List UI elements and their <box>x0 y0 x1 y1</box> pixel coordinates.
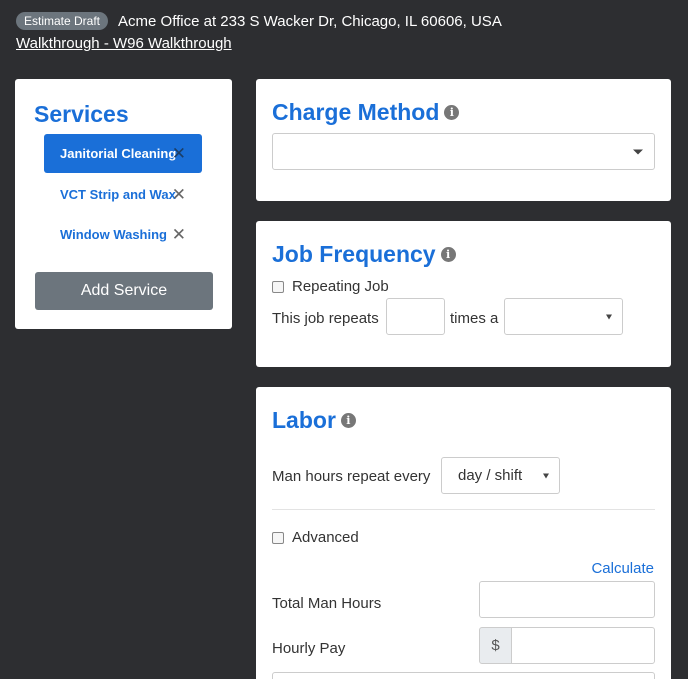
service-item-janitorial-cleaning[interactable]: Janitorial Cleaning ✕ <box>44 134 202 173</box>
services-title: Services <box>34 101 129 127</box>
labor-title: Labor i <box>272 407 356 434</box>
remove-icon[interactable]: ✕ <box>172 144 186 164</box>
charge-method-title: Charge Method i <box>272 99 460 126</box>
advanced-row[interactable]: Advanced <box>272 529 359 546</box>
service-item-window-washing[interactable]: Window Washing ✕ <box>44 215 202 254</box>
service-item-label: VCT Strip and Wax <box>60 187 176 202</box>
repeating-job-row[interactable]: Repeating Job <box>272 278 389 295</box>
status-badge: Estimate Draft <box>16 12 109 30</box>
calculate-link[interactable]: Calculate <box>591 560 654 577</box>
advanced-label: Advanced <box>292 529 359 546</box>
caret-down-icon <box>543 473 549 478</box>
times-input[interactable] <box>386 298 445 335</box>
caret-down-icon <box>606 314 612 319</box>
repeating-job-checkbox[interactable] <box>272 280 284 293</box>
labor-title-text: Labor <box>272 407 336 433</box>
location-address: Acme Office at 233 S Wacker Dr, Chicago,… <box>118 12 502 30</box>
service-item-vct-strip-and-wax[interactable]: VCT Strip and Wax ✕ <box>44 175 202 214</box>
man-hours-select-value: day / shift <box>458 467 523 484</box>
job-frequency-panel: Job Frequency i Repeating Job This job r… <box>256 221 671 367</box>
job-frequency-title: Job Frequency i <box>272 241 456 268</box>
hourly-pay-input[interactable] <box>511 627 655 664</box>
charge-method-title-text: Charge Method <box>272 99 440 125</box>
services-panel: Services Janitorial Cleaning ✕ VCT Strip… <box>15 79 232 329</box>
remove-icon[interactable]: ✕ <box>172 185 186 205</box>
charge-method-panel: Charge Method i <box>256 79 671 201</box>
walkthrough-link[interactable]: Walkthrough - W96 Walkthrough <box>16 35 232 52</box>
repeating-job-label: Repeating Job <box>292 278 389 295</box>
man-hours-select[interactable]: day / shift <box>441 457 560 494</box>
total-man-hours-label: Total Man Hours <box>272 595 382 612</box>
man-hours-label: Man hours repeat every <box>272 468 431 485</box>
remove-icon[interactable]: ✕ <box>172 225 186 245</box>
divider <box>272 509 655 510</box>
charge-method-select[interactable] <box>272 133 655 170</box>
service-item-label: Janitorial Cleaning <box>60 146 177 161</box>
times-a-label: times a <box>450 310 499 327</box>
info-icon[interactable]: i <box>440 247 456 262</box>
currency-addon: $ <box>479 627 512 664</box>
total-man-hours-input[interactable] <box>479 581 655 618</box>
add-service-button[interactable]: Add Service <box>35 272 213 310</box>
service-item-label: Window Washing <box>60 227 167 242</box>
job-frequency-title-text: Job Frequency <box>272 241 436 267</box>
caret-down-icon <box>633 149 643 154</box>
hourly-pay-label: Hourly Pay <box>272 640 346 657</box>
labor-panel: Labor i Man hours repeat every day / shi… <box>256 387 671 679</box>
repeats-prefix-label: This job repeats <box>272 310 379 327</box>
info-icon[interactable]: i <box>444 105 460 120</box>
info-icon[interactable]: i <box>340 413 356 428</box>
next-field-input[interactable] <box>272 672 655 679</box>
header-line: Estimate Draft Acme Office at 233 S Wack… <box>16 10 502 32</box>
period-select[interactable] <box>504 298 623 335</box>
advanced-checkbox[interactable] <box>272 531 284 544</box>
